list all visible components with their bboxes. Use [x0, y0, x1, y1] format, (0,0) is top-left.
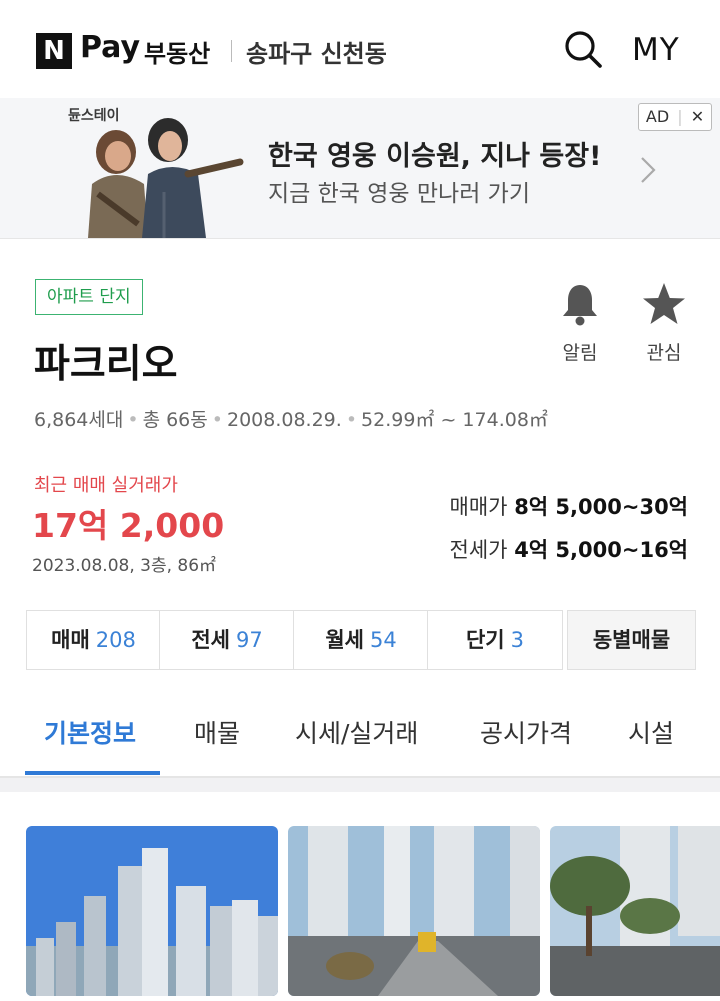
my-page-button[interactable]: MY [632, 32, 680, 68]
listing-type-label: 매매 [51, 628, 90, 652]
complex-photo-1[interactable] [26, 826, 278, 996]
active-tab-indicator [25, 771, 160, 775]
logo-pay-text[interactable]: Pay [80, 30, 140, 65]
game-characters-image: 듄스테이 [68, 107, 244, 238]
listing-counts: 매매 208 전세 97 월세 54 단기 3 동별매물 [26, 610, 696, 670]
recent-trade-detail: 2023.08.08, 3층, 86㎡ [32, 556, 217, 576]
recent-trade-label: 최근 매매 실거래가 [34, 475, 178, 496]
by-dong-listings-button[interactable]: 동별매물 [567, 610, 696, 670]
tab-listings[interactable]: 매물 [194, 714, 240, 750]
tab-basic-info[interactable]: 기본정보 [44, 714, 136, 750]
naver-logo-icon[interactable]: N [36, 33, 72, 69]
alarm-label: 알림 [562, 342, 598, 364]
approval-date: 2008.08.29. [226, 409, 342, 431]
star-icon [643, 283, 685, 324]
listing-count-jeonse[interactable]: 전세 97 [159, 610, 295, 670]
jeonse-price-label: 전세가 [449, 538, 508, 562]
listing-count-value: 3 [510, 628, 524, 652]
listing-count-short-term[interactable]: 단기 3 [427, 610, 563, 670]
complex-photo-2[interactable] [288, 826, 540, 996]
building-count: 총 66동 [142, 409, 208, 431]
service-name[interactable]: 부동산 [144, 34, 210, 69]
jeonse-price-value: 4억 5,000~16억 [514, 538, 688, 562]
tab-facilities[interactable]: 시설 [628, 714, 674, 750]
recent-trade-price: 17억 2,000 [32, 506, 225, 545]
section-divider [0, 778, 720, 792]
jeonse-price-range: 전세가 4억 5,000~16억 [450, 534, 688, 564]
listing-count-value: 54 [369, 628, 397, 652]
ad-label: AD [645, 107, 670, 126]
tab-bar: 기본정보 매물 시세/실거래 공시가격 시설 [0, 696, 720, 778]
listing-count-sale[interactable]: 매매 208 [26, 610, 161, 670]
ad-close-icon[interactable]: ✕ [691, 107, 704, 126]
complex-type-tag: 아파트 단지 [35, 279, 143, 315]
chevron-right-icon[interactable] [638, 156, 658, 184]
tab-price-trades[interactable]: 시세/실거래 [295, 714, 418, 750]
listing-type-label: 단기 [465, 628, 505, 652]
sale-price-value: 8억 5,000~30억 [514, 495, 688, 519]
sale-price-label: 매매가 [449, 495, 508, 519]
listing-type-label: 월세 [325, 628, 364, 652]
search-icon [565, 31, 602, 68]
ad-title[interactable]: 한국 영웅 이승원, 지나 등장! [268, 134, 601, 173]
ad-subtitle[interactable]: 지금 한국 영웅 만나러 가기 [268, 174, 530, 208]
complex-name: 파크리오 [34, 342, 178, 387]
listing-type-label: 전세 [191, 628, 230, 652]
favorite-label: 관심 [646, 342, 682, 364]
tab-official-price[interactable]: 공시가격 [480, 714, 572, 750]
listing-count-value: 208 [95, 628, 136, 652]
bell-icon [563, 285, 597, 326]
listing-count-monthly[interactable]: 월세 54 [293, 610, 429, 670]
favorite-button[interactable]: 관심 [638, 280, 690, 364]
game-logo: 듄스테이 [68, 107, 120, 124]
complex-meta: 6,864세대 • 총 66동 • 2008.08.29. • 52.99㎡ ~ 174.0… [34, 409, 548, 431]
header-divider [231, 40, 232, 62]
ad-badge[interactable]: AD | ✕ [638, 103, 712, 131]
location-selector[interactable]: 송파구 신천동 [246, 34, 387, 69]
listing-count-value: 97 [235, 628, 263, 652]
search-button[interactable] [562, 28, 606, 72]
area-range: 52.99㎡ ~ 174.08㎡ [361, 409, 548, 431]
sale-price-range: 매매가 8억 5,000~30억 [450, 491, 688, 521]
households: 6,864세대 [34, 409, 124, 431]
alarm-button[interactable]: 알림 [556, 280, 604, 364]
complex-photo-3[interactable] [550, 826, 720, 996]
